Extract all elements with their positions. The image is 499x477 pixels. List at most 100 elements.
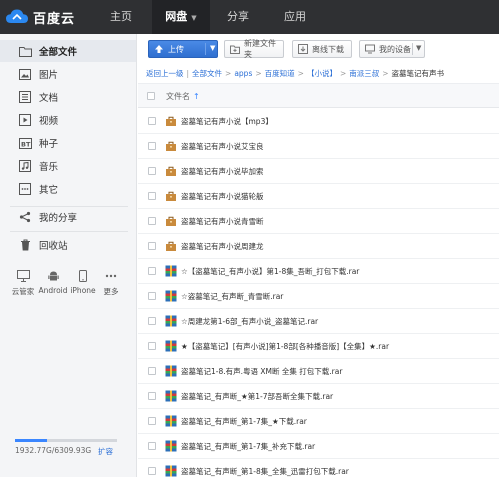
row-checkbox[interactable] — [148, 467, 156, 475]
file-name-link[interactable]: 盗墓笔记_有声断_第1-7集_补充下载.rar — [181, 441, 315, 452]
file-name-link[interactable]: 盗墓笔记有声小说毕加索 — [181, 166, 264, 177]
file-row[interactable]: ☆【盗墓笔记_有声小说】第1-8集_吾断_打包下载.rar — [138, 259, 499, 284]
sidebar-item-recycle-bin[interactable]: 回收站 — [0, 234, 136, 256]
chevron-down-icon: ▼ — [191, 14, 197, 22]
file-row[interactable]: 盗墓笔记有声小说【mp3】 — [138, 109, 499, 134]
device-iphone[interactable]: iPhone — [68, 269, 98, 295]
sidebar-item-label: 全部文件 — [39, 47, 78, 58]
row-checkbox[interactable] — [148, 292, 156, 300]
rar-archive-icon — [165, 340, 177, 352]
row-checkbox[interactable] — [148, 142, 156, 150]
breadcrumb-item[interactable]: 【小说】 — [307, 69, 337, 78]
file-name-link[interactable]: 盗墓笔记有声小说【mp3】 — [181, 116, 273, 127]
column-header-filename[interactable]: 文件名 ↑ — [166, 91, 200, 102]
breadcrumb-item[interactable]: 百度知道 — [265, 69, 295, 78]
nav-apps[interactable]: 应用 — [271, 0, 319, 34]
cloud-logo-icon — [6, 9, 28, 23]
device-android[interactable]: Android — [38, 269, 68, 295]
file-name-link[interactable]: ★【盗墓笔记】[有声小说]第1-8部[各种播音版]【全集】★.rar — [181, 341, 389, 352]
row-checkbox[interactable] — [148, 117, 156, 125]
sidebar-item-other[interactable]: 其它 — [0, 178, 136, 200]
breadcrumb-item[interactable]: apps — [234, 69, 252, 78]
file-row[interactable]: 盗墓笔记有声小说艾宝良 — [138, 134, 499, 159]
file-row[interactable]: 盗墓笔记_有声断_第1-7集_补充下载.rar — [138, 434, 499, 459]
breadcrumb-separator: > — [382, 69, 389, 78]
row-checkbox[interactable] — [148, 367, 156, 375]
file-row[interactable]: ☆周建龙第1-6部_有声小说_盗墓笔记.rar — [138, 309, 499, 334]
row-checkbox[interactable] — [148, 317, 156, 325]
file-row[interactable]: ☆盗墓笔记_有声断_青雪断.rar — [138, 284, 499, 309]
device-more[interactable]: 更多 — [96, 269, 126, 297]
file-row[interactable]: 盗墓笔记有声小说周建龙 — [138, 234, 499, 259]
row-checkbox[interactable] — [148, 442, 156, 450]
offline-download-icon — [298, 44, 308, 54]
file-name-link[interactable]: 盗墓笔记有声小说青雪断 — [181, 216, 264, 227]
breadcrumb-item[interactable]: 全部文件 — [192, 69, 222, 78]
sidebar-item-music[interactable]: 音乐 — [0, 155, 136, 177]
file-row[interactable]: 盗墓笔记_有声断_第1-8集_全集_迅雷打包下载.rar — [138, 459, 499, 477]
folder-icon — [165, 140, 177, 152]
sidebar-item-documents[interactable]: 文档 — [0, 86, 136, 108]
baidu-cloud-logo[interactable]: 百度云 — [5, 4, 75, 30]
sidebar-item-all-files[interactable]: 全部文件 — [0, 40, 136, 62]
sidebar-item-images[interactable]: 图片 — [0, 63, 136, 85]
file-row[interactable]: 盗墓笔记_有声断_★第1-7部吾断全集下载.rar — [138, 384, 499, 409]
file-name-link[interactable]: ☆盗墓笔记_有声断_青雪断.rar — [181, 291, 283, 302]
new-folder-icon — [230, 45, 240, 54]
top-navigation-bar: 百度云 主页 网盘 ▼ 分享 应用 — [0, 0, 499, 34]
offline-download-button-label: 离线下载 — [312, 44, 344, 54]
sidebar-item-label: 回收站 — [39, 241, 68, 252]
row-checkbox[interactable] — [148, 417, 156, 425]
row-checkbox[interactable] — [148, 267, 156, 275]
file-name-link[interactable]: 盗墓笔记_有声断_第1-7集_★下载.rar — [181, 416, 307, 427]
new-folder-button[interactable]: 新建文件夹 — [224, 39, 284, 59]
file-name-link[interactable]: 盗墓笔记_有声断_第1-8集_全集_迅雷打包下载.rar — [181, 466, 349, 477]
file-row[interactable]: 盗墓笔记有声小说猫轮舨 — [138, 184, 499, 209]
file-name-link[interactable]: 盗墓笔记有声小说周建龙 — [181, 241, 264, 252]
my-devices-button[interactable]: 我的设备 ▼ — [359, 40, 425, 58]
folder-icon — [165, 165, 177, 177]
upload-button[interactable]: 上传 ▼ — [148, 40, 218, 58]
rar-archive-icon — [165, 265, 177, 277]
row-checkbox[interactable] — [148, 392, 156, 400]
chevron-down-icon[interactable]: ▼ — [210, 44, 215, 52]
breadcrumb-item[interactable]: 南派三叔 — [349, 69, 379, 78]
storage-quota-bar — [15, 439, 117, 442]
file-row[interactable]: 盗墓笔记1-8.有声.粤语 XM断 全集 打包下载.rar — [138, 359, 499, 384]
breadcrumb-back-link[interactable]: 返回上一级 — [146, 69, 184, 78]
chevron-down-icon[interactable]: ▼ — [416, 44, 421, 52]
row-checkbox[interactable] — [148, 167, 156, 175]
app-window: 百度云 主页 网盘 ▼ 分享 应用 全部文件 图片 文档 视频 BT 种子 音乐… — [0, 0, 499, 477]
file-name-link[interactable]: 盗墓笔记_有声断_★第1-7部吾断全集下载.rar — [181, 391, 333, 402]
nav-share[interactable]: 分享 — [214, 0, 262, 34]
row-checkbox[interactable] — [148, 242, 156, 250]
sidebar-item-my-shares[interactable]: 我的分享 — [0, 206, 136, 228]
row-checkbox[interactable] — [148, 192, 156, 200]
device-label: iPhone — [70, 286, 96, 295]
offline-download-button[interactable]: 离线下载 — [292, 40, 352, 58]
file-row[interactable]: 盗墓笔记有声小说毕加索 — [138, 159, 499, 184]
row-checkbox[interactable] — [148, 342, 156, 350]
file-row[interactable]: 盗墓笔记_有声断_第1-7集_★下载.rar — [138, 409, 499, 434]
row-checkbox[interactable] — [148, 217, 156, 225]
expand-storage-link[interactable]: 扩容 — [98, 446, 113, 457]
upload-button-label: 上传 — [168, 44, 184, 54]
select-all-checkbox[interactable] — [147, 92, 155, 100]
other-icon — [18, 182, 32, 196]
file-name-link[interactable]: ☆周建龙第1-6部_有声小说_盗墓笔记.rar — [181, 316, 318, 327]
rar-archive-icon — [165, 465, 177, 477]
nav-netdisk[interactable]: 网盘 ▼ — [152, 0, 210, 34]
sidebar-item-videos[interactable]: 视频 — [0, 109, 136, 131]
file-name-link[interactable]: ☆【盗墓笔记_有声小说】第1-8集_吾断_打包下载.rar — [181, 266, 359, 277]
nav-home[interactable]: 主页 — [97, 0, 145, 34]
file-row[interactable]: 盗墓笔记有声小说青雪断 — [138, 209, 499, 234]
device-label: 云管家 — [11, 287, 35, 296]
file-name-link[interactable]: 盗墓笔记1-8.有声.粤语 XM断 全集 打包下载.rar — [181, 366, 342, 377]
file-row[interactable]: ★【盗墓笔记】[有声小说]第1-8部[各种播音版]【全集】★.rar — [138, 334, 499, 359]
file-name-link[interactable]: 盗墓笔记有声小说猫轮舨 — [181, 191, 264, 202]
folder-icon — [18, 44, 32, 58]
file-name-link[interactable]: 盗墓笔记有声小说艾宝良 — [181, 141, 264, 152]
device-cloud-manager[interactable]: 云管家 — [8, 269, 38, 297]
sidebar-item-torrents[interactable]: BT 种子 — [0, 132, 136, 154]
sidebar-divider — [10, 231, 128, 232]
